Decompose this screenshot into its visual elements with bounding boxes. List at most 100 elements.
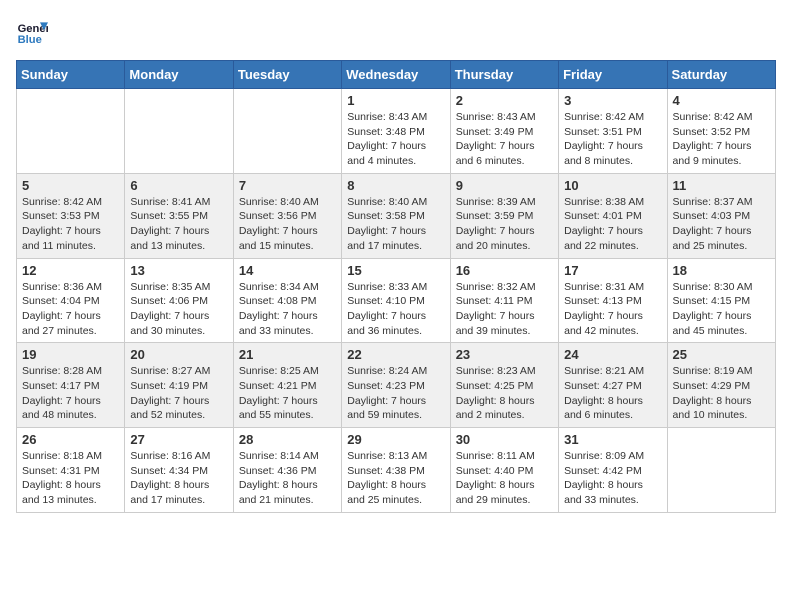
day-info: Sunrise: 8:31 AM Sunset: 4:13 PM Dayligh…	[564, 280, 661, 339]
day-info: Sunrise: 8:42 AM Sunset: 3:52 PM Dayligh…	[673, 110, 770, 169]
day-info: Sunrise: 8:13 AM Sunset: 4:38 PM Dayligh…	[347, 449, 444, 508]
day-number: 5	[22, 178, 119, 193]
calendar-day-cell: 23 Sunrise: 8:23 AM Sunset: 4:25 PM Dayli…	[450, 343, 558, 428]
day-info: Sunrise: 8:18 AM Sunset: 4:31 PM Dayligh…	[22, 449, 119, 508]
day-number: 28	[239, 432, 336, 447]
day-number: 15	[347, 263, 444, 278]
calendar-table: SundayMondayTuesdayWednesdayThursdayFrid…	[16, 60, 776, 513]
calendar-day-cell: 7 Sunrise: 8:40 AM Sunset: 3:56 PM Daylig…	[233, 173, 341, 258]
day-info: Sunrise: 8:36 AM Sunset: 4:04 PM Dayligh…	[22, 280, 119, 339]
calendar-day-cell: 18 Sunrise: 8:30 AM Sunset: 4:15 PM Dayli…	[667, 258, 775, 343]
day-number: 6	[130, 178, 227, 193]
calendar-day-cell: 28 Sunrise: 8:14 AM Sunset: 4:36 PM Dayli…	[233, 428, 341, 513]
calendar-day-header: Sunday	[17, 61, 125, 89]
day-number: 26	[22, 432, 119, 447]
day-number: 30	[456, 432, 553, 447]
calendar-week-row: 1Sunrise: 8:43 AM Sunset: 3:48 PM Daylig…	[17, 89, 776, 174]
day-number: 8	[347, 178, 444, 193]
calendar-day-header: Saturday	[667, 61, 775, 89]
calendar-day-cell: 2Sunrise: 8:43 AM Sunset: 3:49 PM Daylig…	[450, 89, 558, 174]
logo-icon: General Blue	[16, 16, 48, 48]
day-info: Sunrise: 8:40 AM Sunset: 3:56 PM Dayligh…	[239, 195, 336, 254]
day-info: Sunrise: 8:35 AM Sunset: 4:06 PM Dayligh…	[130, 280, 227, 339]
calendar-day-cell	[667, 428, 775, 513]
day-info: Sunrise: 8:28 AM Sunset: 4:17 PM Dayligh…	[22, 364, 119, 423]
day-info: Sunrise: 8:21 AM Sunset: 4:27 PM Dayligh…	[564, 364, 661, 423]
calendar-day-cell: 25 Sunrise: 8:19 AM Sunset: 4:29 PM Dayli…	[667, 343, 775, 428]
day-number: 17	[564, 263, 661, 278]
calendar-day-cell: 11 Sunrise: 8:37 AM Sunset: 4:03 PM Dayli…	[667, 173, 775, 258]
day-number: 20	[130, 347, 227, 362]
day-number: 11	[673, 178, 770, 193]
page-header: General Blue	[16, 16, 776, 48]
calendar-day-cell: 3 Sunrise: 8:42 AM Sunset: 3:51 PM Daylig…	[559, 89, 667, 174]
day-number: 16	[456, 263, 553, 278]
calendar-day-cell: 9Sunrise: 8:39 AM Sunset: 3:59 PM Daylig…	[450, 173, 558, 258]
calendar-day-header: Friday	[559, 61, 667, 89]
calendar-day-cell: 30 Sunrise: 8:11 AM Sunset: 4:40 PM Dayli…	[450, 428, 558, 513]
day-info: Sunrise: 8:11 AM Sunset: 4:40 PM Dayligh…	[456, 449, 553, 508]
day-info: Sunrise: 8:24 AM Sunset: 4:23 PM Dayligh…	[347, 364, 444, 423]
calendar-day-cell: 1Sunrise: 8:43 AM Sunset: 3:48 PM Daylig…	[342, 89, 450, 174]
calendar-day-cell: 31 Sunrise: 8:09 AM Sunset: 4:42 PM Dayli…	[559, 428, 667, 513]
day-info: Sunrise: 8:42 AM Sunset: 3:51 PM Dayligh…	[564, 110, 661, 169]
day-info: Sunrise: 8:23 AM Sunset: 4:25 PM Dayligh…	[456, 364, 553, 423]
day-info: Sunrise: 8:33 AM Sunset: 4:10 PM Dayligh…	[347, 280, 444, 339]
day-number: 4	[673, 93, 770, 108]
day-info: Sunrise: 8:41 AM Sunset: 3:55 PM Dayligh…	[130, 195, 227, 254]
day-info: Sunrise: 8:14 AM Sunset: 4:36 PM Dayligh…	[239, 449, 336, 508]
calendar-day-cell: 24 Sunrise: 8:21 AM Sunset: 4:27 PM Dayli…	[559, 343, 667, 428]
calendar-day-cell: 6 Sunrise: 8:41 AM Sunset: 3:55 PM Daylig…	[125, 173, 233, 258]
day-info: Sunrise: 8:30 AM Sunset: 4:15 PM Dayligh…	[673, 280, 770, 339]
calendar-day-cell	[125, 89, 233, 174]
day-number: 22	[347, 347, 444, 362]
day-number: 18	[673, 263, 770, 278]
calendar-day-header: Wednesday	[342, 61, 450, 89]
day-info: Sunrise: 8:34 AM Sunset: 4:08 PM Dayligh…	[239, 280, 336, 339]
day-number: 14	[239, 263, 336, 278]
calendar-day-cell: 22 Sunrise: 8:24 AM Sunset: 4:23 PM Dayli…	[342, 343, 450, 428]
day-number: 21	[239, 347, 336, 362]
day-number: 13	[130, 263, 227, 278]
logo: General Blue	[16, 16, 48, 48]
calendar-day-cell: 27Sunrise: 8:16 AM Sunset: 4:34 PM Dayli…	[125, 428, 233, 513]
day-number: 9	[456, 178, 553, 193]
calendar-day-cell: 20Sunrise: 8:27 AM Sunset: 4:19 PM Dayli…	[125, 343, 233, 428]
calendar-week-row: 19 Sunrise: 8:28 AM Sunset: 4:17 PM Dayli…	[17, 343, 776, 428]
day-info: Sunrise: 8:38 AM Sunset: 4:01 PM Dayligh…	[564, 195, 661, 254]
day-info: Sunrise: 8:37 AM Sunset: 4:03 PM Dayligh…	[673, 195, 770, 254]
day-info: Sunrise: 8:40 AM Sunset: 3:58 PM Dayligh…	[347, 195, 444, 254]
calendar-day-cell: 4 Sunrise: 8:42 AM Sunset: 3:52 PM Daylig…	[667, 89, 775, 174]
calendar-day-cell: 8 Sunrise: 8:40 AM Sunset: 3:58 PM Daylig…	[342, 173, 450, 258]
calendar-day-cell: 29 Sunrise: 8:13 AM Sunset: 4:38 PM Dayli…	[342, 428, 450, 513]
day-number: 31	[564, 432, 661, 447]
day-number: 23	[456, 347, 553, 362]
day-number: 24	[564, 347, 661, 362]
calendar-week-row: 5 Sunrise: 8:42 AM Sunset: 3:53 PM Daylig…	[17, 173, 776, 258]
day-number: 25	[673, 347, 770, 362]
calendar-day-cell: 17 Sunrise: 8:31 AM Sunset: 4:13 PM Dayli…	[559, 258, 667, 343]
day-number: 19	[22, 347, 119, 362]
day-number: 2	[456, 93, 553, 108]
calendar-day-cell: 14 Sunrise: 8:34 AM Sunset: 4:08 PM Dayli…	[233, 258, 341, 343]
day-info: Sunrise: 8:16 AM Sunset: 4:34 PM Dayligh…	[130, 449, 227, 508]
calendar-day-cell: 21 Sunrise: 8:25 AM Sunset: 4:21 PM Dayli…	[233, 343, 341, 428]
day-number: 3	[564, 93, 661, 108]
day-number: 12	[22, 263, 119, 278]
calendar-week-row: 12 Sunrise: 8:36 AM Sunset: 4:04 PM Dayli…	[17, 258, 776, 343]
calendar-day-cell: 26 Sunrise: 8:18 AM Sunset: 4:31 PM Dayli…	[17, 428, 125, 513]
calendar-day-cell	[17, 89, 125, 174]
day-number: 29	[347, 432, 444, 447]
day-info: Sunrise: 8:09 AM Sunset: 4:42 PM Dayligh…	[564, 449, 661, 508]
day-info: Sunrise: 8:25 AM Sunset: 4:21 PM Dayligh…	[239, 364, 336, 423]
calendar-day-header: Monday	[125, 61, 233, 89]
day-info: Sunrise: 8:19 AM Sunset: 4:29 PM Dayligh…	[673, 364, 770, 423]
day-number: 1	[347, 93, 444, 108]
calendar-day-cell: 12 Sunrise: 8:36 AM Sunset: 4:04 PM Dayli…	[17, 258, 125, 343]
calendar-day-cell	[233, 89, 341, 174]
day-info: Sunrise: 8:42 AM Sunset: 3:53 PM Dayligh…	[22, 195, 119, 254]
day-number: 10	[564, 178, 661, 193]
calendar-day-cell: 15 Sunrise: 8:33 AM Sunset: 4:10 PM Dayli…	[342, 258, 450, 343]
svg-text:Blue: Blue	[18, 34, 42, 46]
day-number: 7	[239, 178, 336, 193]
